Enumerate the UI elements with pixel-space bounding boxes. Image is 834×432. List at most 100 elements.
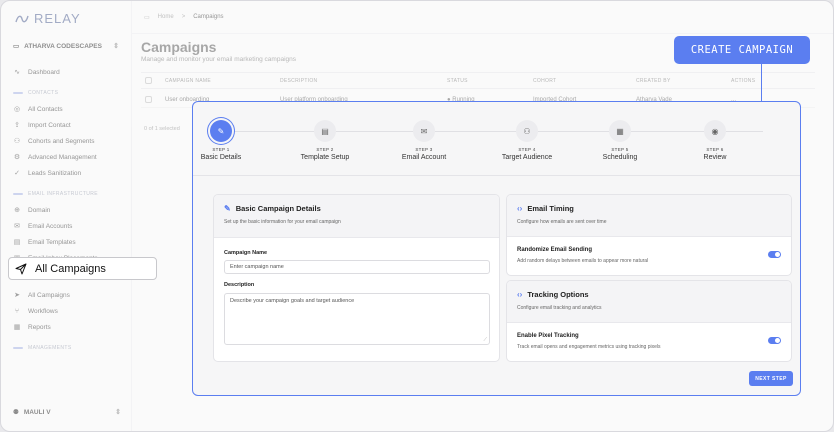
breadcrumb-separator: > [181, 14, 186, 20]
all-campaigns-highlight[interactable]: All Campaigns [8, 257, 157, 280]
sidebar-item-reports[interactable]: ▦ Reports [13, 319, 119, 335]
step-review[interactable]: ◉ STEP 6 Review [675, 120, 755, 161]
column-header[interactable]: CREATED BY [636, 78, 731, 84]
create-campaign-button[interactable]: CREATE CAMPAIGN [674, 36, 810, 64]
document-icon: ▤ [314, 120, 336, 142]
mail-icon: ✉ [413, 120, 435, 142]
sidebar-item-label: Import Contact [28, 121, 71, 129]
card-header: ‹› Email Timing Configure how emails are… [507, 195, 791, 237]
edit-icon: ✎ [224, 204, 231, 213]
step-basic-details[interactable]: ✎ STEP 1 Basic Details [181, 120, 261, 161]
toggle-knob [775, 338, 780, 343]
pixel-tracking-toggle[interactable] [768, 337, 781, 344]
user-name: MAULI V [23, 408, 51, 416]
step-label: Target Audience [501, 154, 553, 161]
row-checkbox[interactable] [145, 96, 152, 103]
app-window: RELAY ▭ ATHARVA CODESCAPES ⇕ ∿ Dashboard… [0, 0, 834, 432]
tracking-options-title: Tracking Options [527, 290, 589, 299]
select-all-checkbox[interactable] [145, 77, 152, 84]
sidebar-item-email-templates[interactable]: ▤ Email Templates [13, 234, 119, 250]
code-icon: ‹› [517, 204, 523, 213]
logo: RELAY [15, 11, 119, 26]
step-target-audience[interactable]: ⚇ STEP 4 Target Audience [487, 120, 567, 161]
column-header[interactable]: CAMPAIGN NAME [165, 78, 280, 84]
sidebar-item-import-contact[interactable]: ⇪ Import Contact [13, 117, 119, 133]
section-label: EMAIL INFRASTRUCTURE [28, 191, 99, 197]
email-timing-card: ‹› Email Timing Configure how emails are… [506, 194, 792, 276]
sidebar-item-dashboard[interactable]: ∿ Dashboard [13, 64, 119, 80]
all-campaigns-label: All Campaigns [35, 262, 106, 275]
randomize-toggle[interactable] [768, 251, 781, 258]
eye-icon: ◉ [704, 120, 726, 142]
card-title: ‹› Email Timing [517, 204, 781, 213]
sidebar-item-label: Email Accounts [28, 222, 73, 230]
sidebar-toggle-icon[interactable]: ▭ [144, 14, 150, 21]
wizard-steps: ✎ STEP 1 Basic Details ▤ STEP 2 Template… [193, 120, 800, 176]
chevron-updown-icon: ⇕ [113, 43, 119, 50]
email-timing-title: Email Timing [527, 204, 574, 213]
breadcrumb: ▭ Home > Campaigns [132, 1, 833, 34]
step-email-account[interactable]: ✉ STEP 3 Email Account [384, 120, 464, 161]
users-icon: ⚇ [516, 120, 538, 142]
card-title: ✎ Basic Campaign Details [224, 204, 489, 213]
sidebar-item-label: Domain [28, 206, 51, 214]
column-header: ACTIONS [731, 77, 756, 84]
sidebar-item-email-accounts[interactable]: ✉ Email Accounts [13, 218, 119, 234]
send-icon [15, 263, 27, 274]
step-label: Email Account [401, 154, 447, 161]
step-scheduling[interactable]: ▦ STEP 5 Scheduling [580, 120, 660, 161]
user-menu[interactable]: ⚉ MAULI V ⇕ [13, 408, 121, 417]
step-number: STEP 5 [611, 147, 629, 152]
card-header: ✎ Basic Campaign Details Set up the basi… [214, 195, 499, 238]
pixel-tracking-title: Enable Pixel Tracking [517, 333, 579, 339]
column-header[interactable]: DESCRIPTION [280, 78, 447, 84]
monitor-icon: ▭ [13, 43, 20, 50]
section-label: MANAGEMENTS [28, 345, 72, 351]
user-check-icon: ✓ [14, 170, 20, 177]
step-number: STEP 1 [212, 147, 230, 152]
sidebar-item-all-campaigns[interactable]: ➤ All Campaigns [13, 287, 119, 303]
chevron-updown-icon: ⇕ [115, 409, 121, 416]
sidebar-item-label: Reports [28, 323, 51, 331]
breadcrumb-home[interactable]: Home [158, 14, 174, 20]
sidebar-item-label: All Contacts [28, 105, 63, 113]
sidebar-item-label: Email Templates [28, 238, 76, 246]
edit-icon: ✎ [210, 120, 232, 142]
sidebar-item-label: Leads Sanitization [28, 169, 82, 177]
sidebar-item-label: Workflows [28, 307, 58, 315]
users-icon: ⚇ [13, 138, 21, 145]
step-template-setup[interactable]: ▤ STEP 2 Template Setup [285, 120, 365, 161]
sidebar-item-all-contacts[interactable]: ◎ All Contacts [13, 101, 119, 117]
randomize-desc: Add random delays between emails to appe… [517, 258, 649, 264]
callout-connector [761, 64, 762, 102]
campaign-wizard: ✎ STEP 1 Basic Details ▤ STEP 2 Template… [192, 101, 801, 396]
sidebar-item-domain[interactable]: ⊕ Domain [13, 202, 119, 218]
step-label: Review [703, 154, 727, 161]
upload-icon: ⇪ [14, 122, 20, 129]
step-label: Template Setup [300, 154, 350, 161]
sidebar-item-advanced[interactable]: ⚙ Advanced Management [13, 149, 119, 165]
description-placeholder: Describe your campaign goals and target … [230, 298, 355, 304]
org-name: ATHARVA CODESCAPES [24, 42, 102, 50]
sidebar: RELAY ▭ ATHARVA CODESCAPES ⇕ ∿ Dashboard… [1, 1, 131, 431]
logo-text: RELAY [34, 11, 81, 26]
mail-icon: ✉ [14, 223, 20, 230]
sidebar-item-cohorts[interactable]: ⚇ Cohorts and Segments [13, 133, 119, 149]
campaign-name-label: Campaign Name [224, 250, 268, 256]
column-header[interactable]: COHORT [533, 78, 636, 84]
campaign-name-input[interactable]: Enter campaign name [224, 260, 490, 274]
step-number: STEP 3 [415, 147, 433, 152]
calendar-icon: ▦ [609, 120, 631, 142]
description-textarea[interactable]: Describe your campaign goals and target … [224, 293, 490, 345]
basic-details-card: ✎ Basic Campaign Details Set up the basi… [213, 194, 500, 362]
next-step-button[interactable]: NEXT STEP [749, 371, 793, 386]
column-header[interactable]: STATUS [447, 78, 533, 84]
code-icon: ‹› [517, 290, 523, 299]
sidebar-item-workflows[interactable]: ⑂ Workflows [13, 303, 119, 319]
resize-handle-icon[interactable]: ⟋ [483, 337, 487, 343]
sidebar-item-leads[interactable]: ✓ Leads Sanitization [13, 165, 119, 181]
step-number: STEP 6 [706, 147, 724, 152]
step-label: Basic Details [200, 154, 242, 161]
section-infra: EMAIL INFRASTRUCTURE [13, 191, 119, 197]
org-switcher[interactable]: ▭ ATHARVA CODESCAPES ⇕ [13, 42, 119, 51]
